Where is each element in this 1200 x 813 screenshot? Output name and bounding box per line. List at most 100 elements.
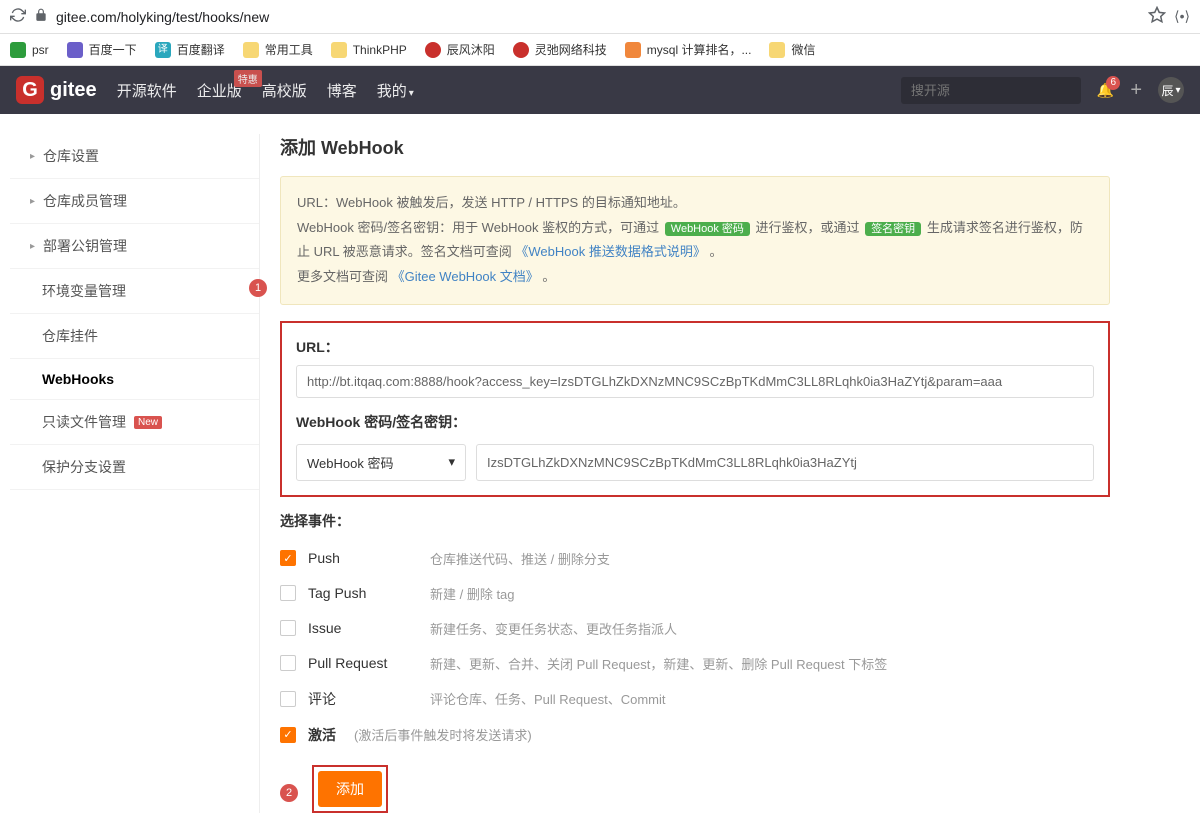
new-badge: New [134, 416, 162, 429]
annotation-dot-2: 2 [280, 784, 298, 802]
checkbox-issue[interactable] [280, 620, 296, 636]
password-input[interactable] [476, 444, 1094, 481]
select-value: WebHook 密码 [307, 453, 393, 472]
bookmark-item[interactable]: mysql 计算排名，... [625, 41, 752, 58]
browser-address-bar: gitee.com/holyking/test/hooks/new ⟨•⟩ [0, 0, 1200, 34]
checkbox-tagpush[interactable] [280, 585, 296, 601]
bookmark-item[interactable]: 微信 [769, 41, 815, 58]
bookmark-label: mysql 计算排名，... [647, 41, 752, 58]
auth-type-select[interactable]: WebHook 密码 ▾ [296, 444, 466, 481]
event-row-comment: 评论 评论仓库、任务、Pull Request、Commit [280, 681, 1110, 717]
bookmark-label: 百度翻译 [177, 41, 225, 58]
bookmark-item[interactable]: 百度一下 [67, 41, 137, 58]
sidebar-item-members[interactable]: 仓库成员管理 [10, 179, 259, 224]
webhook-password-tag: WebHook 密码 [665, 222, 750, 236]
password-label: WebHook 密码/签名密钥： [296, 412, 1094, 432]
sidebar: 仓库设置 仓库成员管理 部署公钥管理 环境变量管理 1 仓库挂件 WebHook… [10, 134, 260, 813]
info-text: 。 [542, 269, 555, 284]
sidebar-item-readonly-files[interactable]: 只读文件管理 New [10, 400, 259, 445]
doc-link-webhook[interactable]: 《Gitee WebHook 文档》 [392, 269, 539, 284]
url-input[interactable] [296, 365, 1094, 398]
add-button[interactable]: 添加 [318, 771, 382, 807]
bookmark-icon [67, 42, 83, 58]
activate-note: (激活后事件触发时将发送请求) [354, 725, 532, 744]
bookmark-item[interactable]: 辰风沐阳 [425, 41, 495, 58]
bookmark-label: 百度一下 [89, 41, 137, 58]
notif-count-badge: 6 [1106, 76, 1120, 90]
activate-row: ✓ 激活 (激活后事件触发时将发送请求) [280, 717, 1110, 753]
bookmark-icon [10, 42, 26, 58]
info-text: WebHook 密码/签名密钥：用于 WebHook 鉴权的方式，可通过 [297, 220, 659, 235]
event-row-tagpush: Tag Push 新建 / 删除 tag [280, 576, 1110, 611]
info-text: 更多文档可查阅 [297, 269, 392, 284]
notifications-button[interactable]: 🔔 6 [1097, 82, 1114, 99]
event-name: Issue [308, 620, 418, 636]
event-desc: 仓库推送代码、推送 / 删除分支 [430, 549, 610, 568]
doc-link-format[interactable]: 《WebHook 推送数据格式说明》 [515, 244, 705, 259]
create-button[interactable]: + [1130, 79, 1142, 102]
url-text[interactable]: gitee.com/holyking/test/hooks/new [56, 9, 1140, 25]
sidebar-item-repo-settings[interactable]: 仓库设置 [10, 134, 259, 179]
bookmark-label: ThinkPHP [353, 43, 407, 57]
bookmark-label: 常用工具 [265, 41, 313, 58]
caret-down-icon: ▾ [1175, 85, 1180, 96]
event-name: Push [308, 550, 418, 566]
bookmark-item[interactable]: 灵弛网络科技 [513, 41, 607, 58]
nav-enterprise[interactable]: 企业版 特惠 [197, 80, 242, 101]
sidebar-item-label: 只读文件管理 [42, 412, 126, 432]
event-desc: 新建、更新、合并、关闭 Pull Request，新建、更新、删除 Pull R… [430, 654, 887, 673]
logo-text: gitee [50, 79, 97, 102]
sidebar-item-env-vars[interactable]: 环境变量管理 1 [10, 269, 259, 314]
nav-edu[interactable]: 高校版 [262, 80, 307, 101]
extension-icon[interactable]: ⟨•⟩ [1174, 8, 1190, 25]
info-line-3: 更多文档可查阅 《Gitee WebHook 文档》 。 [297, 265, 1093, 290]
events-label: 选择事件： [280, 511, 1110, 531]
checkbox-pr[interactable] [280, 655, 296, 671]
folder-icon [243, 42, 259, 58]
event-name: Tag Push [308, 585, 418, 601]
sidebar-item-label: 部署公钥管理 [43, 236, 127, 256]
folder-icon [769, 42, 785, 58]
bookmark-icon: 译 [155, 42, 171, 58]
event-name: 评论 [308, 689, 418, 709]
event-desc: 评论仓库、任务、Pull Request、Commit [430, 689, 666, 708]
bookmark-item[interactable]: psr [10, 42, 49, 58]
logo[interactable]: G gitee [16, 76, 97, 104]
sidebar-item-label: 保护分支设置 [42, 457, 126, 477]
bookmarks-bar: psr 百度一下 译百度翻译 常用工具 ThinkPHP 辰风沐阳 灵弛网络科技… [0, 34, 1200, 66]
sidebar-item-label: 仓库挂件 [42, 326, 98, 346]
bookmark-icon [625, 42, 641, 58]
checkbox-push[interactable]: ✓ [280, 550, 296, 566]
page-title: 添加 WebHook [280, 134, 1110, 160]
nav-mine[interactable]: 我的▾ [377, 80, 414, 101]
event-row-push: ✓ Push 仓库推送代码、推送 / 删除分支 [280, 541, 1110, 576]
bookmark-label: 辰风沐阳 [447, 41, 495, 58]
reload-icon[interactable] [10, 7, 26, 26]
bookmark-label: 灵弛网络科技 [535, 41, 607, 58]
bookmark-item[interactable]: 常用工具 [243, 41, 313, 58]
nav-blog[interactable]: 博客 [327, 80, 357, 101]
activate-label: 激活 [308, 725, 336, 745]
search-input[interactable] [901, 77, 1081, 104]
sidebar-item-deploy-keys[interactable]: 部署公钥管理 [10, 224, 259, 269]
checkbox-activate[interactable]: ✓ [280, 727, 296, 743]
bookmark-label: 微信 [791, 41, 815, 58]
info-box: URL：WebHook 被触发后，发送 HTTP / HTTPS 的目标通知地址… [280, 176, 1110, 305]
sidebar-item-widgets[interactable]: 仓库挂件 [10, 314, 259, 359]
event-row-issue: Issue 新建任务、变更任务状态、更改任务指派人 [280, 611, 1110, 646]
bookmark-item[interactable]: 译百度翻译 [155, 41, 225, 58]
caret-down-icon: ▾ [409, 88, 414, 99]
avatar[interactable]: 辰▾ [1158, 77, 1184, 103]
sidebar-item-protected-branches[interactable]: 保护分支设置 [10, 445, 259, 490]
submit-highlight-box: 添加 [312, 765, 388, 813]
nav-opensource[interactable]: 开源软件 [117, 80, 177, 101]
bookmark-icon [425, 42, 441, 58]
hot-badge: 特惠 [234, 70, 262, 87]
sidebar-item-webhooks[interactable]: WebHooks [10, 359, 259, 400]
event-name: Pull Request [308, 655, 418, 671]
site-header: G gitee 开源软件 企业版 特惠 高校版 博客 我的▾ 🔔 6 + 辰▾ [0, 66, 1200, 114]
checkbox-comment[interactable] [280, 691, 296, 707]
star-icon[interactable] [1148, 6, 1166, 27]
bookmark-item[interactable]: ThinkPHP [331, 42, 407, 58]
sidebar-item-label: WebHooks [42, 371, 114, 387]
